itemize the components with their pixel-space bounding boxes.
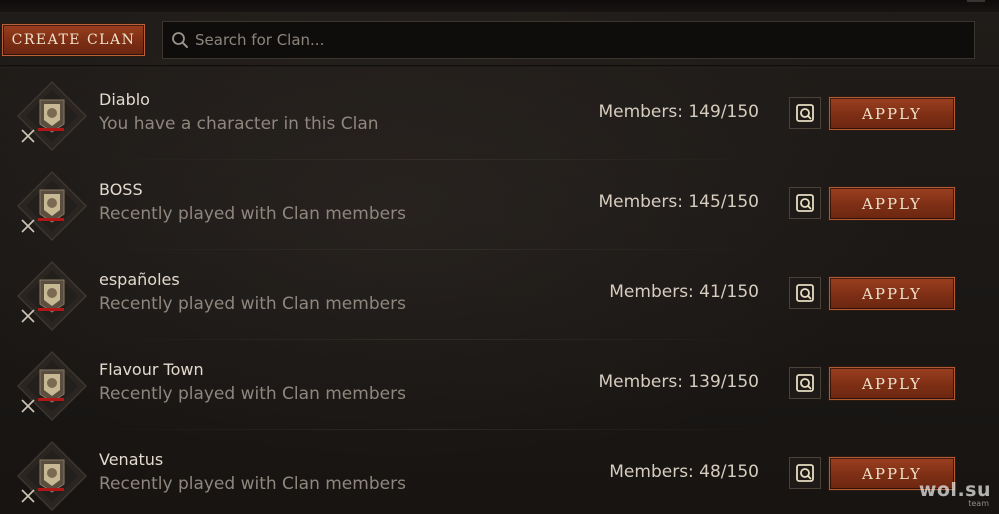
clan-status: Recently played with Clan members — [99, 474, 406, 494]
clan-member-count: Members: 139/150 — [598, 372, 759, 392]
clan-info-button[interactable] — [789, 457, 821, 489]
clan-row[interactable]: BOSS Recently played with Clan members M… — [0, 160, 999, 250]
search-bar[interactable] — [162, 21, 975, 59]
clan-row[interactable]: Diablo You have a character in this Clan… — [0, 70, 999, 160]
apply-button[interactable]: APPLY — [829, 277, 955, 310]
crossed-swords-icon — [20, 128, 36, 144]
clan-status: You have a character in this Clan — [99, 114, 379, 134]
clan-member-count: Members: 41/150 — [609, 282, 759, 302]
clan-info-icon — [796, 284, 814, 302]
watermark: wol.su team — [919, 481, 991, 508]
clan-name: BOSS — [99, 180, 143, 199]
apply-button[interactable]: APPLY — [829, 97, 955, 130]
clan-status: Recently played with Clan members — [99, 204, 406, 224]
clan-info-button[interactable] — [789, 97, 821, 129]
clan-row[interactable]: Flavour Town Recently played with Clan m… — [0, 340, 999, 430]
crossed-swords-icon — [20, 488, 36, 504]
top-edge — [0, 0, 999, 12]
crossed-swords-icon — [20, 398, 36, 414]
clan-info-icon — [796, 104, 814, 122]
toolbar-divider — [0, 65, 999, 68]
clan-member-count: Members: 145/150 — [598, 192, 759, 212]
watermark-text: wol.su — [918, 479, 991, 501]
crossed-swords-icon — [20, 218, 36, 234]
clan-name: Venatus — [99, 450, 164, 469]
clan-info-button[interactable] — [789, 277, 821, 309]
corner-decoration — [967, 0, 985, 7]
clan-status: Recently played with Clan members — [99, 294, 406, 314]
search-icon — [171, 29, 193, 51]
clan-row[interactable]: españoles Recently played with Clan memb… — [0, 250, 999, 340]
clan-name: españoles — [99, 270, 180, 289]
clan-name: Diablo — [99, 90, 150, 109]
clan-status: Recently played with Clan members — [99, 384, 406, 404]
clan-list: Diablo You have a character in this Clan… — [0, 70, 999, 514]
crossed-swords-icon — [20, 308, 36, 324]
clan-info-button[interactable] — [789, 187, 821, 219]
watermark-subtext: team — [968, 499, 989, 508]
clan-member-count: Members: 48/150 — [609, 462, 759, 482]
apply-button[interactable]: APPLY — [829, 187, 955, 220]
clan-info-icon — [796, 464, 814, 482]
clan-name: Flavour Town — [99, 360, 204, 379]
clan-row[interactable]: Venatus Recently played with Clan member… — [0, 430, 999, 514]
create-clan-button[interactable]: CREATE CLAN — [2, 24, 145, 56]
clan-info-icon — [796, 194, 814, 212]
search-input[interactable] — [193, 21, 974, 59]
clan-member-count: Members: 149/150 — [598, 102, 759, 122]
clan-info-icon — [796, 374, 814, 392]
apply-button[interactable]: APPLY — [829, 367, 955, 400]
clan-info-button[interactable] — [789, 367, 821, 399]
